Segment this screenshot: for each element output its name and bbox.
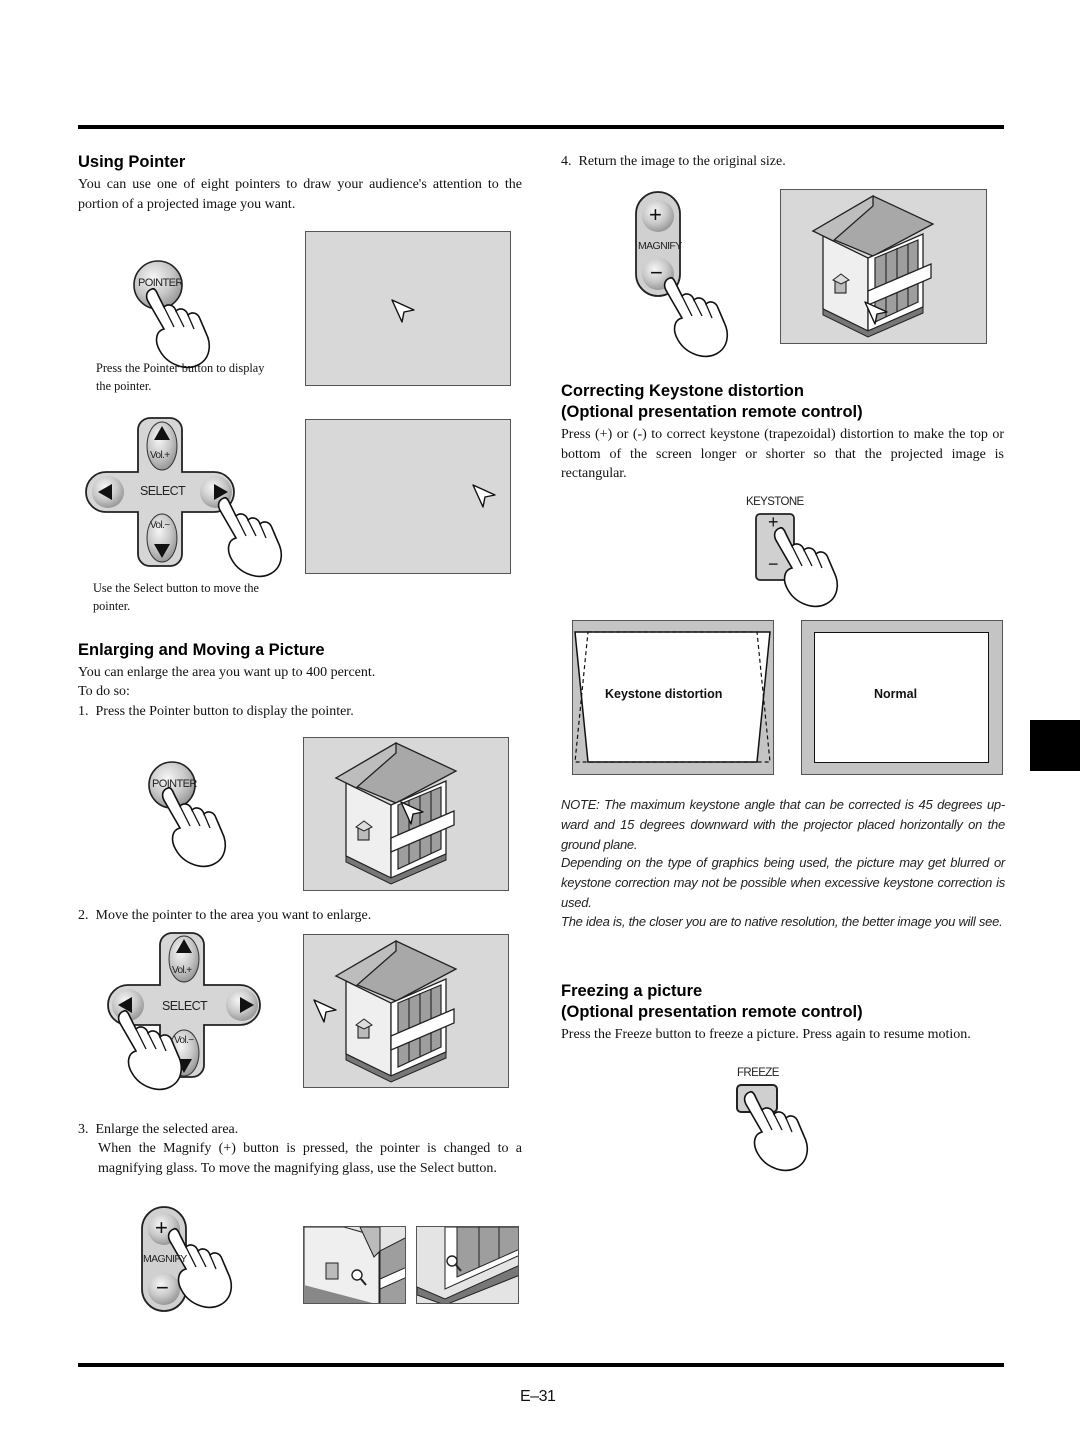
keystone-button-figure: KEYSTONE + −	[730, 494, 860, 608]
magnify-label: MAGNIFY	[638, 240, 682, 252]
pointer-caption: Press the Pointer button to display the …	[96, 361, 265, 393]
select-pad-icon[interactable]	[85, 417, 288, 578]
cursor-icon	[391, 299, 415, 323]
magnified-house-detail	[417, 1227, 518, 1303]
select-label: SELECT	[140, 484, 186, 498]
keystone-plus-label: +	[768, 512, 779, 532]
house-illustration	[812, 195, 934, 338]
magnify-label: MAGNIFY	[143, 1253, 187, 1265]
page-number: E–31	[520, 1388, 556, 1405]
house-illustration	[335, 742, 457, 885]
section-title-keystone: Correcting Keystone distortion	[561, 382, 804, 400]
hand-press-icon	[145, 287, 211, 369]
magnify-minus-label: −	[650, 260, 663, 285]
pointer-screen-1	[305, 231, 511, 386]
bottom-rule	[78, 1363, 1004, 1367]
vol-plus-label: Vol.+	[172, 965, 192, 976]
freeze-button-figure: FREEZE	[730, 1066, 850, 1172]
house-screen-3	[780, 189, 987, 344]
enlarging-todo: To do so:	[78, 684, 130, 699]
section-subtitle-keystone: (Optional presentation remote control)	[561, 403, 863, 421]
select-pad-figure-2: Vol.+ SELECT Vol.−	[107, 932, 308, 1091]
keystone-button-icon[interactable]	[730, 494, 860, 608]
section-title-enlarging: Enlarging and Moving a Picture	[78, 641, 325, 659]
keystone-normal-label: Normal	[874, 687, 918, 701]
enlarging-intro: You can enlarge the area you want up to …	[78, 665, 376, 680]
section-subtitle-freeze: (Optional presentation remote control)	[561, 1003, 863, 1021]
magnified-view-2	[416, 1226, 519, 1304]
house-screen-1	[303, 737, 509, 891]
enlarging-step-3: 3. Enlarge the selected area.	[78, 1122, 239, 1137]
house-illustration	[313, 940, 457, 1083]
select-label: SELECT	[162, 999, 208, 1013]
select-pad-icon[interactable]	[107, 932, 308, 1091]
cursor-icon	[472, 484, 496, 508]
hand-press-icon	[663, 276, 729, 358]
pointer-button-label: POINTER	[138, 277, 183, 289]
hand-press-icon	[217, 496, 283, 578]
magnify-button-figure-2: + MAGNIFY −	[634, 190, 754, 358]
enlarging-step-1: 1. Press the Pointer button to display t…	[78, 704, 354, 719]
keystone-note-2: Depending on the type of graphics being …	[561, 855, 1005, 910]
freeze-body: Press the Freeze button to freeze a pict…	[561, 1027, 971, 1042]
keystone-distortion-label: Keystone distortion	[605, 687, 723, 701]
pointer-button-icon[interactable]	[130, 255, 230, 369]
house-screen-2	[303, 934, 509, 1088]
magnify-plus-label: +	[155, 1215, 168, 1240]
pointer-screen-2	[305, 419, 511, 574]
magnify-button-figure: + MAGNIFY −	[140, 1205, 260, 1315]
magnified-view-1	[303, 1226, 406, 1304]
section-title-using-pointer: Using Pointer	[78, 153, 186, 171]
keystone-note-1: NOTE: The maximum keystone angle that ca…	[561, 797, 1005, 852]
keystone-distortion-figure: Keystone distortion	[572, 620, 774, 775]
enlarging-step-4: 4. Return the image to the original size…	[561, 154, 786, 169]
freeze-button-icon[interactable]	[730, 1066, 850, 1172]
pointer-button-figure-2: POINTER	[148, 760, 248, 868]
pointer-button-figure: POINTER	[130, 255, 230, 369]
enlarging-step-2: 2. Move the pointer to the area you want…	[78, 908, 372, 923]
magnified-house-detail	[304, 1227, 405, 1303]
pointer-button-label: POINTER	[152, 778, 197, 790]
vol-plus-label: Vol.+	[150, 450, 170, 461]
select-caption: Use the Select button to move the pointe…	[93, 581, 259, 613]
select-pad-figure: Vol.+ SELECT Vol.−	[85, 417, 288, 578]
vol-minus-label: Vol.−	[174, 1035, 194, 1046]
keystone-note-3: The idea is, the closer you are to nativ…	[561, 914, 1003, 929]
using-pointer-body: You can use one of eight pointers to dra…	[78, 177, 522, 212]
vol-minus-label: Vol.−	[150, 520, 170, 531]
keystone-body: Press (+) or (-) to correct keystone (tr…	[561, 427, 1004, 481]
magnify-plus-label: +	[649, 202, 662, 227]
magnify-minus-label: −	[156, 1275, 169, 1300]
pointer-button-icon[interactable]	[148, 760, 248, 868]
chapter-tab	[1030, 720, 1080, 771]
hand-press-icon	[161, 786, 227, 868]
keystone-normal-figure: Normal	[801, 620, 1003, 775]
keystone-minus-label: −	[768, 554, 779, 574]
section-title-freeze: Freezing a picture	[561, 982, 703, 1000]
top-rule	[78, 125, 1004, 129]
enlarging-step-3-detail: When the Magnify (+) button is pressed, …	[98, 1141, 522, 1176]
